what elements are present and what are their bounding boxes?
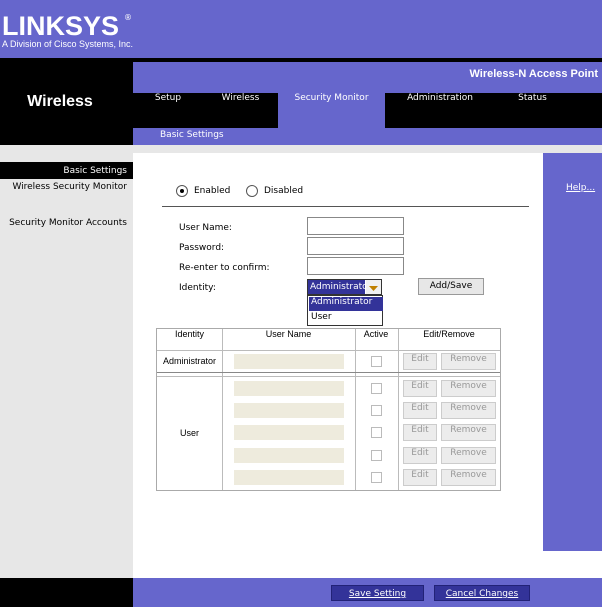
- logo-text: LINKSYS: [2, 11, 119, 41]
- table-row-edit-button: Edit: [403, 380, 437, 397]
- table-row-remove-button: Remove: [441, 447, 496, 464]
- identity-dropdown-list: Administrator User: [307, 295, 383, 326]
- table-row-remove-button: Remove: [441, 469, 496, 486]
- password-label: Password:: [179, 243, 225, 253]
- username-input[interactable]: [307, 217, 404, 235]
- tab-security-monitor[interactable]: Security Monitor: [278, 93, 385, 128]
- row-divider: [157, 350, 500, 351]
- table-row-username: [234, 448, 344, 463]
- tab-status[interactable]: Status: [495, 93, 570, 128]
- help-panel: [549, 160, 602, 551]
- table-row-edit-button: Edit: [403, 353, 437, 370]
- col-divider: [398, 329, 399, 490]
- help-link[interactable]: Help...: [566, 183, 595, 193]
- identity-select-value: Administrator: [308, 280, 365, 294]
- table-row-identity: User: [179, 428, 199, 438]
- cancel-changes-button[interactable]: Cancel Changes: [434, 585, 530, 601]
- reenter-password-input[interactable]: [307, 257, 404, 275]
- table-row-active-checkbox: [371, 427, 382, 438]
- subnav-basic-settings[interactable]: Basic Settings: [160, 130, 224, 140]
- header-user-name: User Name: [223, 329, 354, 350]
- enabled-label: Enabled: [194, 186, 231, 196]
- table-row-active-checkbox: [371, 472, 382, 483]
- table-row-remove-button: Remove: [441, 380, 496, 397]
- logo-tagline: A Division of Cisco Systems, Inc.: [2, 39, 133, 49]
- table-row-username: [234, 403, 344, 418]
- table-row-active-checkbox: [371, 405, 382, 416]
- left-menu-wireless-security-monitor[interactable]: Wireless Security Monitor: [0, 182, 127, 192]
- table-row-remove-button: Remove: [441, 424, 496, 441]
- disabled-radio[interactable]: [246, 185, 258, 197]
- row-divider: [157, 376, 500, 377]
- table-row-username: [234, 425, 344, 440]
- save-setting-button[interactable]: Save Setting: [331, 585, 424, 601]
- table-row-edit-button: Edit: [403, 469, 437, 486]
- chevron-down-icon[interactable]: [366, 280, 381, 294]
- table-row-edit-button: Edit: [403, 424, 437, 441]
- col-divider: [222, 329, 223, 490]
- username-label: User Name:: [179, 223, 232, 233]
- table-row-remove-button: Remove: [441, 353, 496, 370]
- password-input[interactable]: [307, 237, 404, 255]
- form-divider: [162, 206, 529, 207]
- section-title: Wireless: [27, 93, 93, 110]
- tab-wireless[interactable]: Wireless: [203, 93, 278, 128]
- header-active: Active: [355, 329, 397, 350]
- col-divider: [355, 329, 356, 490]
- header-identity: Identity: [157, 329, 222, 350]
- table-row-remove-button: Remove: [441, 402, 496, 419]
- disabled-label: Disabled: [264, 186, 304, 196]
- row-divider: [157, 372, 500, 373]
- identity-option-user[interactable]: User: [309, 312, 383, 326]
- table-row-active-checkbox: [371, 450, 382, 461]
- main-tabs: Setup Wireless Security Monitor Administ…: [133, 93, 602, 128]
- table-row-username: [234, 354, 344, 369]
- table-row-active-checkbox: [371, 356, 382, 367]
- table-row-username: [234, 381, 344, 396]
- table-row-edit-button: Edit: [403, 447, 437, 464]
- content-top-strip: [133, 145, 602, 153]
- left-menu-security-monitor-accounts[interactable]: Security Monitor Accounts: [0, 218, 127, 228]
- identity-option-administrator[interactable]: Administrator: [309, 297, 383, 311]
- reenter-label: Re-enter to confirm:: [179, 263, 270, 273]
- table-row-edit-button: Edit: [403, 402, 437, 419]
- left-menu-basic-settings[interactable]: Basic Settings: [0, 166, 127, 176]
- table-row-identity: Administrator: [162, 356, 216, 366]
- identity-label: Identity:: [179, 283, 216, 293]
- linksys-logo: LINKSYS ® A Division of Cisco Systems, I…: [2, 11, 133, 49]
- left-menu: [0, 145, 133, 578]
- product-name: Wireless-N Access Point: [469, 68, 599, 80]
- registered-mark: ®: [124, 13, 132, 22]
- add-save-button[interactable]: Add/Save: [418, 278, 484, 295]
- table-row-username: [234, 470, 344, 485]
- enabled-radio[interactable]: [176, 185, 188, 197]
- header-edit-remove: Edit/Remove: [398, 329, 500, 350]
- tab-administration[interactable]: Administration: [385, 93, 495, 128]
- tab-setup[interactable]: Setup: [133, 93, 203, 128]
- table-row-active-checkbox: [371, 383, 382, 394]
